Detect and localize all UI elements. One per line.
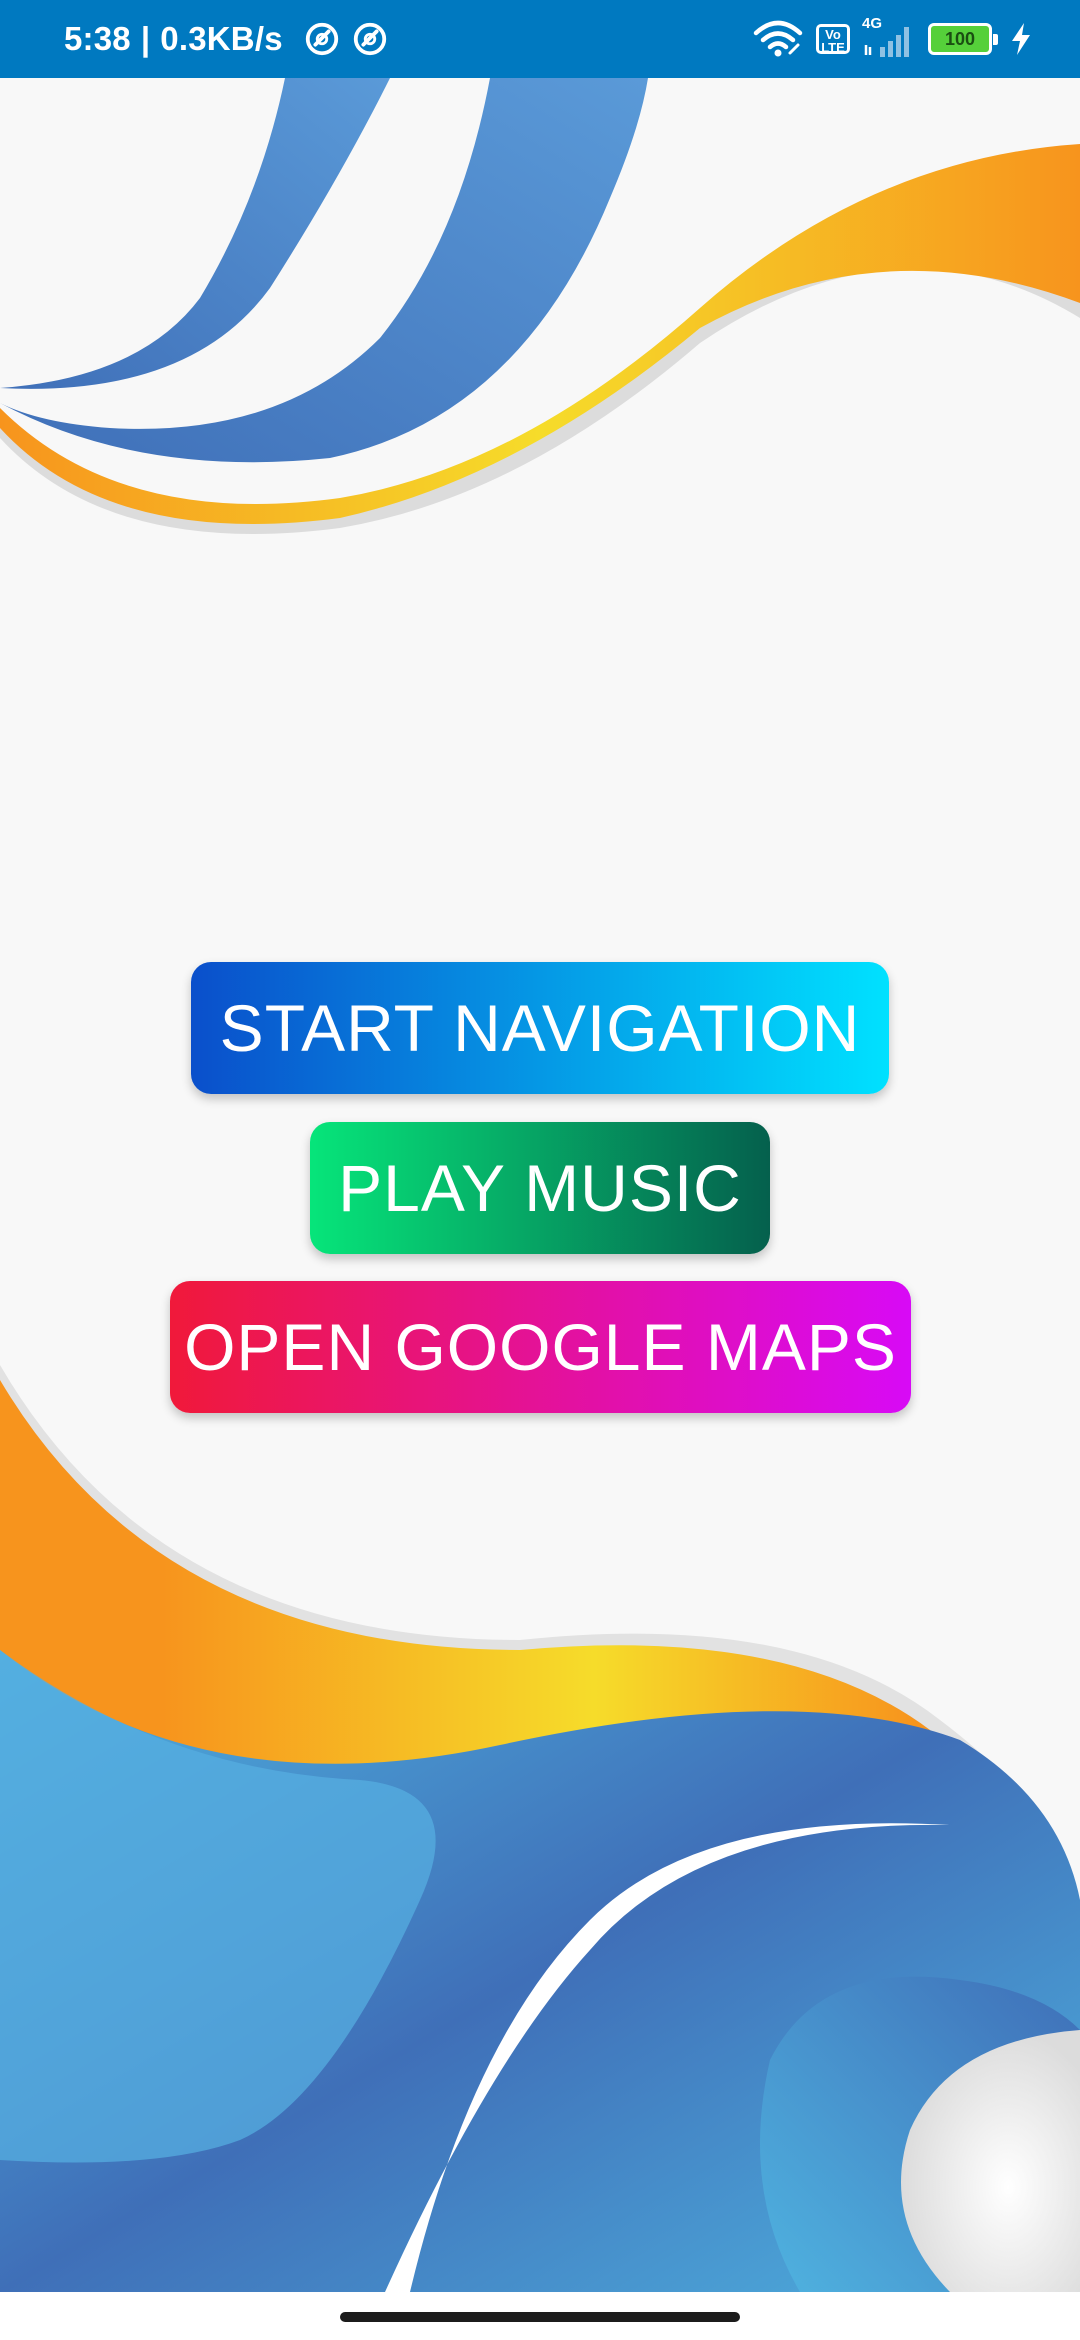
status-bar: 5:38 | 0.3KB/s Vo LTE 4G 100 [0, 0, 1080, 78]
app-screen: 5:38 | 0.3KB/s Vo LTE 4G 100 START NAVIG… [0, 0, 1080, 2340]
charging-icon [1012, 23, 1030, 55]
play-music-button[interactable]: PLAY MUSIC [310, 1122, 770, 1254]
start-navigation-button[interactable]: START NAVIGATION [191, 962, 889, 1094]
battery-icon: 100 [928, 23, 998, 55]
wifi-icon [753, 20, 803, 57]
home-gesture-bar[interactable] [340, 2312, 740, 2322]
battery-level: 100 [944, 28, 976, 49]
volte-icon: Vo LTE [816, 24, 850, 54]
hotspot-icon [305, 22, 338, 56]
bottom-wave-decoration [0, 1365, 1080, 2292]
volte-bottom-text: LTE [821, 40, 845, 55]
status-separator: | [140, 20, 151, 57]
network-speed: 0.3KB/s [160, 20, 283, 57]
status-left: 5:38 | 0.3KB/s [64, 20, 389, 58]
status-right: Vo LTE 4G 100 [740, 15, 1032, 59]
signal-icon: 4G [862, 15, 916, 59]
open-google-maps-button[interactable]: OPEN GOOGLE MAPS [170, 1281, 911, 1413]
hotspot-icon [353, 22, 386, 56]
top-wave-decoration [0, 78, 1080, 535]
status-time: 5:38 [64, 20, 131, 57]
